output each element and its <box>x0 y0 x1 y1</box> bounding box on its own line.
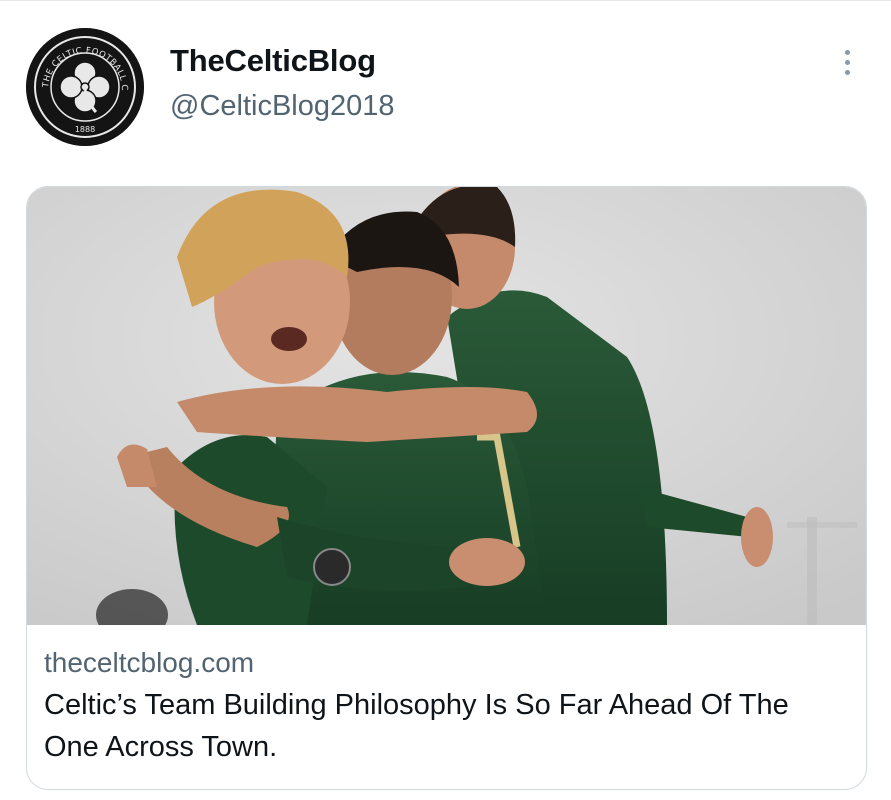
avatar[interactable]: THE CELTIC FOOTBALL CLUB 1888 <box>26 28 144 146</box>
top-divider <box>0 0 891 1</box>
author-info[interactable]: TheCelticBlog @CelticBlog2018 <box>170 42 395 124</box>
link-preview-card[interactable]: theceltcblog.com Celtic’s Team Building … <box>26 186 867 790</box>
more-options-icon <box>845 50 850 55</box>
card-title[interactable]: Celtic’s Team Building Philosophy Is So … <box>44 684 844 768</box>
more-options-icon-dot <box>845 60 850 65</box>
celtic-crest-icon: THE CELTIC FOOTBALL CLUB 1888 <box>26 28 144 146</box>
display-name[interactable]: TheCelticBlog <box>170 42 395 80</box>
more-options-icon-dot <box>845 70 850 75</box>
user-handle[interactable]: @CelticBlog2018 <box>170 88 395 124</box>
card-image[interactable] <box>27 187 866 625</box>
avatar-year: 1888 <box>75 125 95 134</box>
more-options-button[interactable] <box>830 46 864 80</box>
card-domain[interactable]: theceltcblog.com <box>44 646 844 680</box>
card-text[interactable]: theceltcblog.com Celtic’s Team Building … <box>44 646 844 768</box>
